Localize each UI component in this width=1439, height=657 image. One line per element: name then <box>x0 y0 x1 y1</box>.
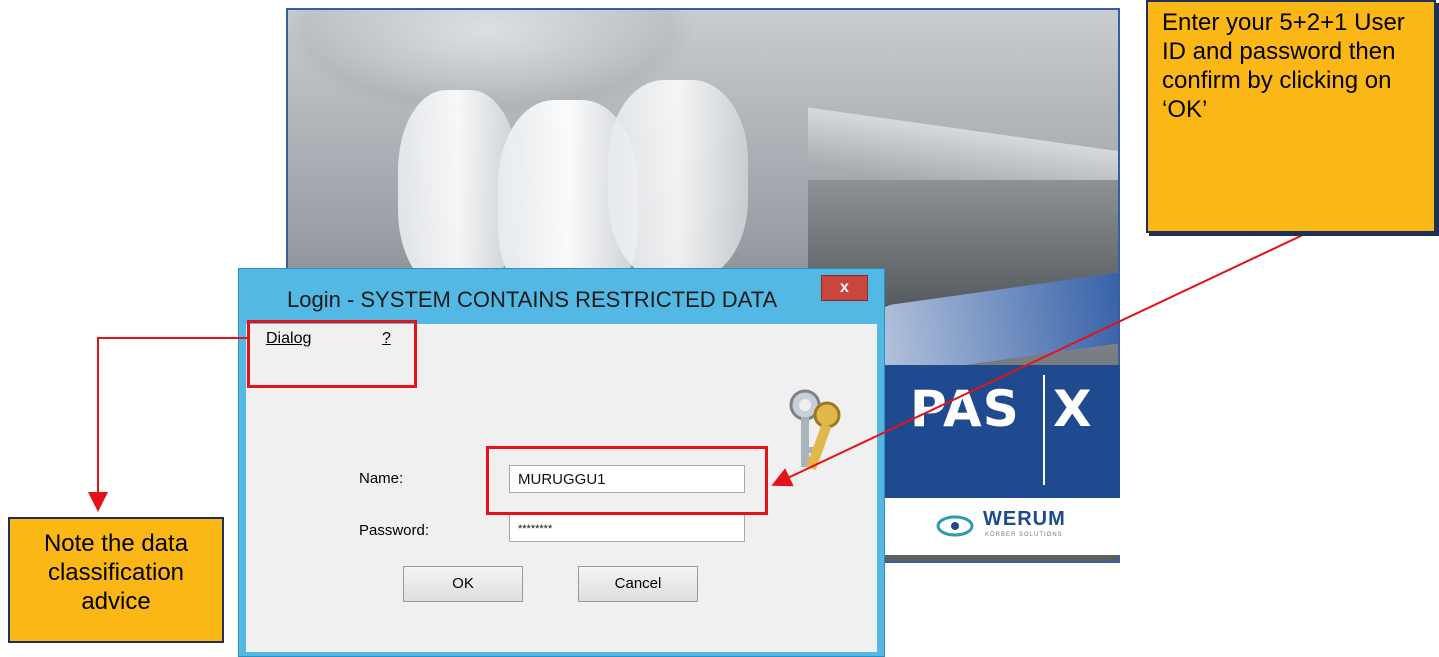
cancel-button-label: Cancel <box>614 575 662 592</box>
keys-icon <box>789 389 841 471</box>
werum-company-name: WERUM <box>983 508 1066 530</box>
name-field-highlight-box <box>486 446 768 515</box>
ok-button[interactable]: OK <box>403 566 523 602</box>
callout-enter-credentials: Enter your 5+2+1 User ID and password th… <box>1146 0 1436 233</box>
cancel-button[interactable]: Cancel <box>578 566 698 602</box>
ok-button-label: OK <box>452 575 474 592</box>
callout-data-classification: Note the data classification advice <box>8 517 224 643</box>
werum-tagline: KÖRBER SOLUTIONS <box>985 532 1063 538</box>
brand-separator <box>1043 375 1045 485</box>
name-label: Name: <box>359 470 404 487</box>
brand-pas-text: PAS <box>910 380 1020 438</box>
dialog-body: Name: MURUGGU1 Password: ******** OK Can… <box>246 384 877 652</box>
menu-highlight-box <box>247 320 417 388</box>
dialog-title: Login - SYSTEM CONTAINS RESTRICTED DATA <box>287 287 778 312</box>
close-button[interactable]: x <box>821 275 868 301</box>
brand-x-text: X <box>1053 380 1092 438</box>
callout-bottom-arrow <box>88 337 247 512</box>
password-label: Password: <box>359 522 430 539</box>
werum-logo-icon <box>936 515 974 537</box>
password-field[interactable]: ******** <box>509 514 745 542</box>
machine-bellows-3 <box>608 80 748 280</box>
